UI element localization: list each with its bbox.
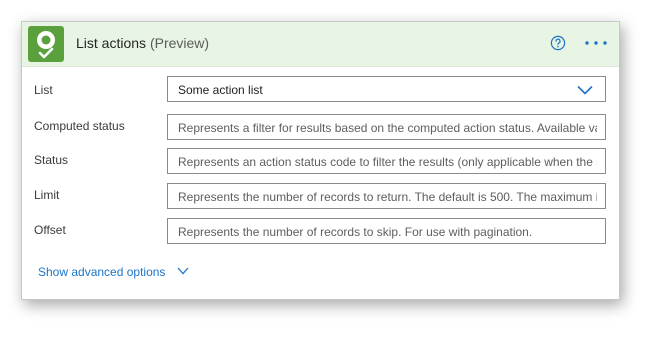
status-input[interactable]: Represents an action status code to filt…: [167, 148, 606, 174]
limit-placeholder: Represents the number of records to retu…: [178, 190, 597, 204]
offset-placeholder: Represents the number of records to skip…: [178, 225, 533, 239]
list-dropdown[interactable]: Some action list: [167, 76, 606, 102]
card-title-text: List actions: [76, 35, 147, 51]
chevron-down-icon: [177, 267, 189, 275]
field-label-status: Status: [34, 153, 69, 167]
status-placeholder: Represents an action status code to filt…: [178, 155, 597, 169]
card-title-suffix: (Preview): [149, 35, 210, 51]
field-label-computed-status: Computed status: [34, 119, 125, 133]
field-label-offset: Offset: [34, 223, 66, 237]
card-header[interactable]: List actions (Preview): [22, 22, 619, 67]
limit-input[interactable]: Represents the number of records to retu…: [167, 183, 606, 209]
more-ellipsis-icon[interactable]: [584, 34, 608, 52]
help-circle-icon[interactable]: [550, 35, 566, 51]
card-title: List actions (Preview): [76, 35, 209, 51]
chevron-down-icon: [577, 85, 593, 95]
field-label-list: List: [34, 83, 53, 97]
list-dropdown-value: Some action list: [178, 83, 263, 97]
list-actions-card: List actions (Preview) List Some action …: [21, 21, 620, 300]
offset-input[interactable]: Represents the number of records to skip…: [167, 218, 606, 244]
show-advanced-options-label: Show advanced options: [38, 265, 166, 279]
show-advanced-options-link[interactable]: Show advanced options: [38, 265, 189, 279]
computed-status-input[interactable]: Represents a filter for results based on…: [167, 114, 606, 140]
field-label-limit: Limit: [34, 188, 60, 202]
robot-checkmark-icon: [28, 26, 64, 62]
computed-status-placeholder: Represents a filter for results based on…: [178, 121, 597, 135]
